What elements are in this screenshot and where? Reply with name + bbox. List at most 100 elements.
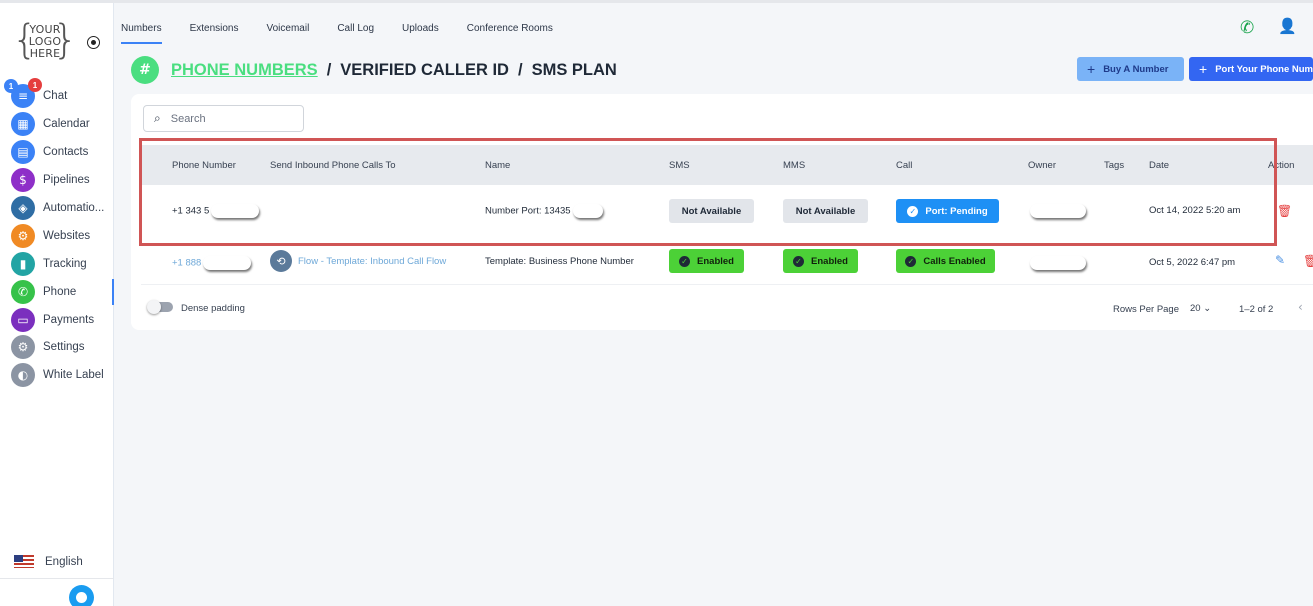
sidebar-item-tracking[interactable]: ▮ Tracking bbox=[0, 251, 114, 277]
dense-padding-label: Dense padding bbox=[181, 303, 245, 314]
chat-count-badge: 1 bbox=[4, 79, 18, 93]
buy-number-button[interactable]: + Buy A Number bbox=[1077, 57, 1184, 81]
sidebar-item-websites[interactable]: ⚙ Websites bbox=[0, 223, 114, 249]
us-flag-icon bbox=[14, 555, 34, 568]
sidebar-item-contacts[interactable]: ▤ Contacts bbox=[0, 139, 114, 165]
date-cell: Oct 5, 2022 6:47 pm bbox=[1149, 257, 1236, 268]
owner-cell bbox=[1028, 256, 1086, 270]
calendar-icon: ▦ bbox=[11, 112, 35, 136]
automation-icon: ◈ bbox=[11, 196, 35, 220]
payments-icon: ▭ bbox=[11, 308, 35, 332]
mms-status-badge: Not Available bbox=[783, 199, 868, 223]
chat-unread-badge: 1 bbox=[28, 78, 42, 92]
sidebar-item-label: Automatio... bbox=[43, 202, 105, 214]
phone-icon[interactable]: ✆ bbox=[1240, 18, 1258, 38]
language-label: English bbox=[45, 555, 83, 568]
tab-call-log[interactable]: Call Log bbox=[337, 23, 374, 44]
sms-status-badge: ✓ Enabled bbox=[669, 249, 744, 273]
col-mms[interactable]: MMS bbox=[783, 160, 805, 171]
sidebar-item-label: Websites bbox=[43, 230, 91, 242]
plus-icon: + bbox=[1087, 61, 1096, 77]
date-cell: Oct 14, 2022 5:20 am bbox=[1149, 205, 1241, 216]
check-icon: ✓ bbox=[907, 205, 919, 217]
tab-uploads[interactable]: Uploads bbox=[402, 23, 439, 44]
settings-icon: ⚙ bbox=[11, 335, 35, 359]
sidebar-item-white-label[interactable]: ◐ White Label bbox=[0, 362, 114, 388]
table-footer: Dense padding Rows Per Page 20 ⌄ 1–2 of … bbox=[131, 286, 1313, 330]
sidebar-item-settings[interactable]: ⚙ Settings bbox=[0, 334, 114, 360]
tab-voicemail[interactable]: Voicemail bbox=[267, 23, 310, 44]
search-input[interactable] bbox=[170, 112, 286, 125]
col-date[interactable]: Date bbox=[1149, 160, 1169, 171]
table-row: +1 343 5 Number Port: 13435 Not Availabl… bbox=[141, 187, 1313, 237]
top-border bbox=[0, 0, 1313, 3]
websites-icon: ⚙ bbox=[11, 224, 35, 248]
tab-conference-rooms[interactable]: Conference Rooms bbox=[467, 23, 553, 44]
sidebar-item-label: Contacts bbox=[43, 146, 89, 158]
col-send-inbound[interactable]: Send Inbound Phone Calls To bbox=[270, 160, 396, 171]
rows-per-page-label: Rows Per Page bbox=[1113, 304, 1180, 315]
port-number-button[interactable]: + Port Your Phone Number bbox=[1189, 57, 1313, 81]
edit-icon[interactable]: ✎ bbox=[1275, 253, 1285, 267]
sidebar-divider bbox=[0, 578, 114, 579]
col-name[interactable]: Name bbox=[485, 160, 510, 171]
language-selector[interactable]: English bbox=[14, 555, 83, 568]
verified-caller-id-link[interactable]: VERIFIED CALLER ID bbox=[340, 61, 509, 79]
tab-numbers[interactable]: Numbers bbox=[121, 23, 162, 44]
page-title: PHONE NUMBERS / VERIFIED CALLER ID / SMS PLA… bbox=[171, 61, 617, 79]
phone-number-cell[interactable]: +1 888 bbox=[172, 256, 252, 270]
col-action: Action bbox=[1268, 160, 1295, 171]
flow-icon: ⟲ bbox=[270, 250, 292, 272]
col-sms[interactable]: SMS bbox=[669, 160, 690, 171]
chat-widget-icon[interactable] bbox=[69, 585, 94, 606]
users-icon[interactable]: 👤 bbox=[1278, 17, 1298, 35]
check-icon: ✓ bbox=[905, 255, 917, 267]
phone-icon: ✆ bbox=[11, 280, 35, 304]
sidebar-item-label: White Label bbox=[43, 369, 104, 381]
sidebar-item-pipelines[interactable]: $ Pipelines bbox=[0, 167, 114, 193]
check-icon: ✓ bbox=[679, 255, 691, 267]
delete-icon[interactable]: 🗑 bbox=[1303, 254, 1313, 268]
sidebar-item-automation[interactable]: ◈ Automatio... bbox=[0, 195, 114, 221]
call-status-badge: ✓ Calls Enabled bbox=[896, 249, 995, 273]
sidebar-item-label: Tracking bbox=[43, 258, 87, 270]
sidebar-item-label: Chat bbox=[43, 90, 68, 102]
logo: { YOUR LOGO HERE } bbox=[12, 17, 78, 63]
search-icon: ⌕ bbox=[154, 111, 161, 125]
sidebar-item-label: Payments bbox=[43, 314, 95, 326]
sidebar-item-label: Calendar bbox=[43, 118, 90, 130]
search-box[interactable]: ⌕ bbox=[143, 105, 304, 132]
dense-padding-toggle[interactable] bbox=[147, 300, 173, 314]
table-header: Phone Number Send Inbound Phone Calls To… bbox=[141, 145, 1313, 185]
sms-status-badge: Not Available bbox=[669, 199, 754, 223]
phone-numbers-link[interactable]: PHONE NUMBERS bbox=[171, 61, 318, 79]
col-owner[interactable]: Owner bbox=[1028, 160, 1056, 171]
sms-plan-link[interactable]: SMS PLAN bbox=[532, 61, 617, 79]
col-call[interactable]: Call bbox=[896, 160, 912, 171]
check-icon: ✓ bbox=[793, 255, 805, 267]
phone-number-cell: +1 343 5 bbox=[172, 204, 260, 218]
name-cell: Template: Business Phone Number bbox=[485, 256, 634, 267]
sidebar-item-label: Pipelines bbox=[43, 174, 90, 186]
chevron-down-icon: ⌄ bbox=[1203, 303, 1212, 314]
tab-extensions[interactable]: Extensions bbox=[190, 23, 239, 44]
top-tabs: Numbers Extensions Voicemail Call Log Up… bbox=[121, 23, 581, 44]
mms-status-badge: ✓ Enabled bbox=[783, 249, 858, 273]
rows-per-page-select[interactable]: 20 ⌄ bbox=[1190, 303, 1211, 314]
sidebar-item-payments[interactable]: ▭ Payments bbox=[0, 307, 114, 333]
numbers-card: ⌕ Phone Number Send Inbound Phone Calls … bbox=[131, 94, 1313, 330]
sidebar-item-label: Settings bbox=[43, 341, 85, 353]
plus-icon: + bbox=[1199, 61, 1208, 77]
col-tags[interactable]: Tags bbox=[1104, 160, 1124, 171]
table-row: +1 888 ⟲ Flow - Template: Inbound Call F… bbox=[141, 239, 1313, 285]
col-phone-number[interactable]: Phone Number bbox=[172, 160, 236, 171]
delete-icon[interactable]: 🗑 bbox=[1277, 204, 1292, 218]
pagination-range: 1–2 of 2 bbox=[1239, 304, 1274, 315]
chevron-left-icon[interactable]: ‹ bbox=[1298, 300, 1303, 314]
sidebar-item-phone[interactable]: ✆ Phone bbox=[0, 279, 114, 305]
target-icon[interactable] bbox=[87, 36, 100, 49]
send-to-flow-link[interactable]: Flow - Template: Inbound Call Flow bbox=[298, 256, 446, 267]
sidebar: { YOUR LOGO HERE } ≡ Chat 1 1 ▦ Calendar… bbox=[0, 3, 114, 606]
sidebar-item-calendar[interactable]: ▦ Calendar bbox=[0, 111, 114, 137]
owner-cell bbox=[1028, 204, 1086, 218]
